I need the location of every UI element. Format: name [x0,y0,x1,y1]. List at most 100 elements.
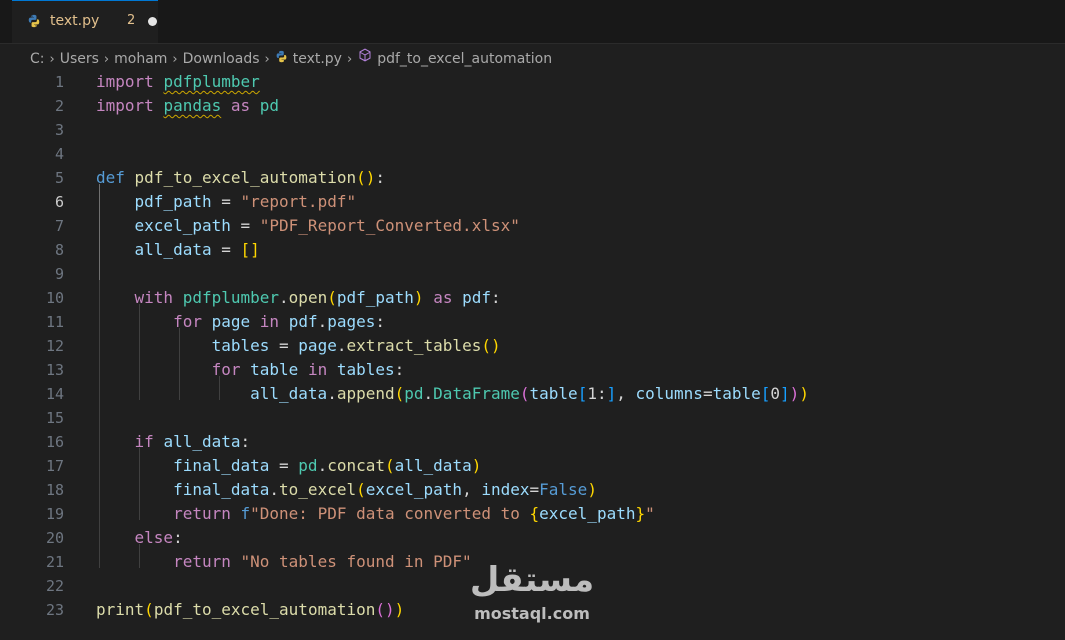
code-token: import [96,96,154,115]
code-token: : [491,288,501,307]
code-line[interactable]: import pdfplumber [96,70,260,94]
code-line[interactable]: pdf_path = "report.pdf" [96,190,357,214]
breadcrumb-symbol[interactable]: pdf_to_excel_automation [377,51,552,67]
code-line[interactable]: final_data = pd.concat(all_data) [96,454,481,478]
code-token: = [269,456,299,475]
code-line[interactable]: with pdfplumber.open(pdf_path) as pdf: [96,286,501,310]
code-line[interactable]: tables = page.extract_tables() [96,334,501,358]
code-token: index [481,480,530,499]
code-token: all_data [134,240,212,259]
code-token: as [433,288,453,307]
code-token: pdfplumber [163,72,260,91]
code-line[interactable]: print(pdf_to_excel_automation()) [96,598,404,622]
chevron-right-icon: › [103,51,110,67]
code-line[interactable]: all_data = [] [96,238,260,262]
code-line[interactable]: for page in pdf.pages: [96,310,385,334]
code-line[interactable]: for table in tables: [96,358,405,382]
breadcrumb-user[interactable]: moham [114,51,167,67]
code-line[interactable]: return f"Done: PDF data converted to {ex… [96,502,655,526]
unsaved-dot-icon[interactable] [148,17,157,26]
code-token: ( [144,600,154,619]
code-line[interactable]: final_data.to_excel(excel_path, index=Fa… [96,478,597,502]
code-token: table [529,384,578,403]
code-token: = [211,240,241,259]
code-token: pdf [288,312,318,331]
breadcrumb-file[interactable]: text.py [293,51,342,67]
code-line[interactable]: import pandas as pd [96,94,279,118]
code-token: . [317,456,328,475]
code-token: ) [789,384,800,403]
code-token: = [211,192,241,211]
code-token: () [375,600,395,619]
code-token: pdf_to_excel_automation [134,168,357,187]
code-token: : [394,360,405,379]
code-token: 1: [587,384,607,403]
code-line[interactable]: all_data.append(pd.DataFrame(table[1:], … [96,382,809,406]
breadcrumb-users[interactable]: Users [60,51,99,67]
code-token: excel_path [134,216,231,235]
breadcrumb: C: › Users › moham › Downloads › text.py › pdf_to_… [30,47,552,69]
code-token: [] [240,240,260,259]
line-number: 5 [54,169,64,187]
code-token: f [240,504,251,523]
code-token: pages [327,312,376,331]
line-number: 8 [54,241,64,259]
breadcrumb-downloads[interactable]: Downloads [183,51,260,67]
code-token: final_data [173,480,270,499]
code-token: for [211,360,241,379]
line-number: 15 [45,409,64,427]
watermark: مستقل mostaql.com [462,560,602,630]
code-token: ( [327,288,337,307]
tab-text-py[interactable]: text.py 2 [12,0,158,43]
code-token: : [173,528,183,547]
line-number: 14 [45,385,64,403]
code-line[interactable]: else: [96,526,183,550]
line-number: 16 [45,433,64,451]
code-token: "PDF_Report_Converted.xlsx" [259,216,520,235]
watermark-latin: mostaql.com [474,604,590,623]
code-line[interactable]: excel_path = "PDF_Report_Converted.xlsx" [96,214,520,238]
breadcrumb-drive[interactable]: C: [30,51,45,67]
code-token: = [269,336,299,355]
code-token: ( [519,384,530,403]
chevron-right-icon: › [49,51,55,67]
code-line[interactable]: return "No tables found in PDF" [96,550,472,574]
python-file-icon [28,14,40,28]
code-token: . [279,288,289,307]
code-token: } [635,504,646,523]
line-number: 11 [45,313,64,331]
code-line[interactable]: if all_data: [96,430,251,454]
code-editor[interactable]: 1 import pdfplumber 2 import pandas as pd 3 4… [0,70,1065,640]
code-token: import [96,72,154,91]
line-number: 12 [45,337,64,355]
code-token: pdf_to_excel_automation [153,600,376,619]
code-token: for [173,312,202,331]
code-token: pd [404,384,424,403]
code-token: return [173,552,231,571]
line-number: 7 [54,217,64,235]
code-token: pdf [462,288,491,307]
code-token: 0 [770,384,781,403]
code-token: . [317,312,328,331]
code-token: () [481,336,501,355]
problem-count-badge: 2 [127,13,136,28]
code-line[interactable]: def pdf_to_excel_automation(): [96,166,385,190]
watermark-arabic: مستقل [469,560,595,600]
